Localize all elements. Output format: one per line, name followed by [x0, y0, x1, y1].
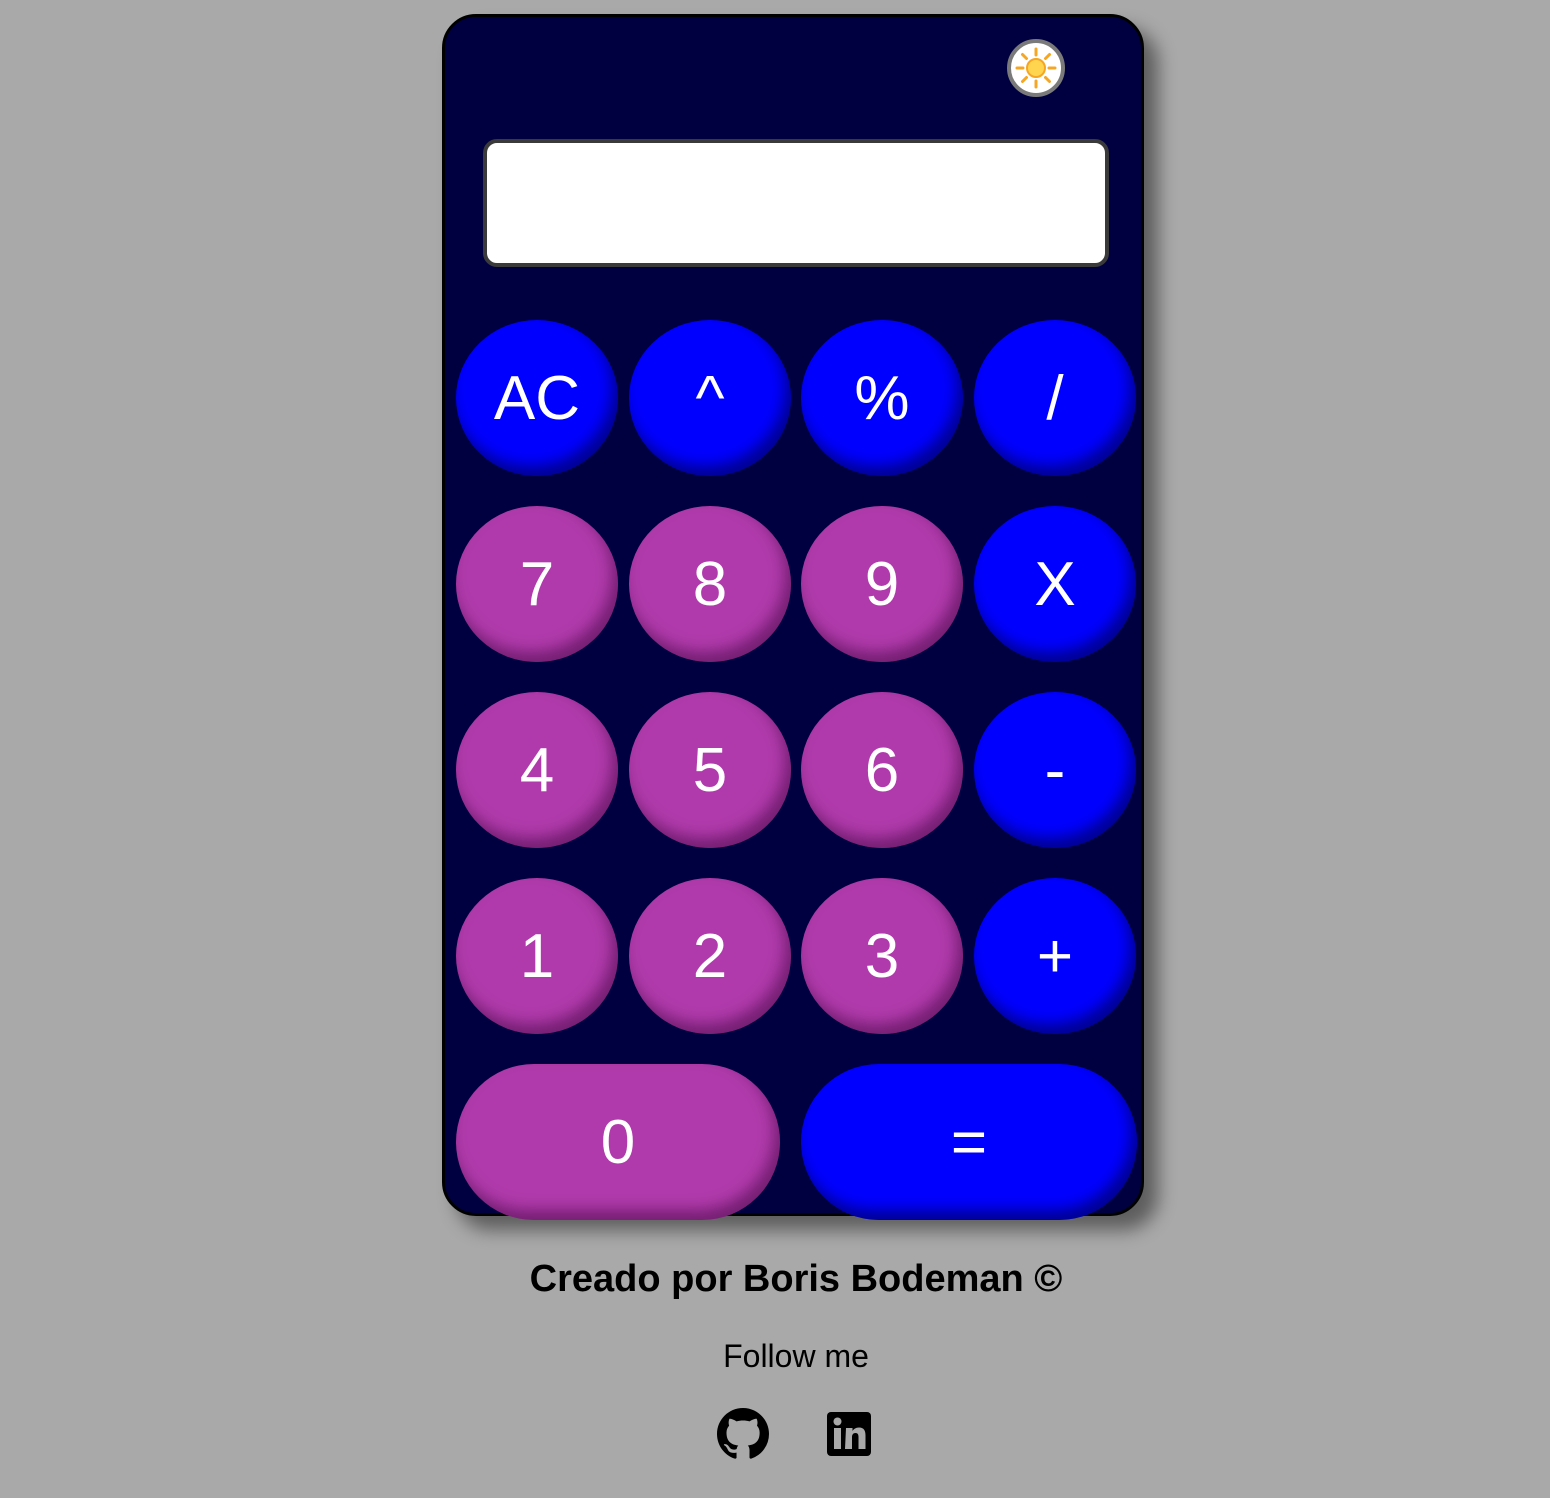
zero-button[interactable]: 0	[456, 1064, 780, 1220]
ac-button[interactable]: AC	[456, 320, 618, 476]
two-button[interactable]: 2	[629, 878, 791, 1034]
eight-button[interactable]: 8	[629, 506, 791, 662]
equals-button[interactable]: =	[801, 1064, 1137, 1220]
sun-icon	[1015, 47, 1057, 89]
seven-button[interactable]: 7	[456, 506, 618, 662]
one-button[interactable]: 1	[456, 878, 618, 1034]
linkedin-link[interactable]	[823, 1408, 875, 1460]
percent-button[interactable]: %	[801, 320, 963, 476]
github-icon	[717, 1408, 769, 1459]
linkedin-icon	[827, 1412, 871, 1456]
calculator: AC ^ % / 7 8 9 X 4 5 6 - 1 2 3 + 0 =	[442, 14, 1144, 1220]
follow-me-text: Follow me	[723, 1338, 869, 1374]
divide-button[interactable]: /	[974, 320, 1136, 476]
github-link[interactable]	[717, 1408, 769, 1460]
credit-text: Creado por Boris Bodeman ©	[529, 1258, 1063, 1300]
five-button[interactable]: 5	[629, 692, 791, 848]
minus-button[interactable]: -	[974, 692, 1136, 848]
plus-button[interactable]: +	[974, 878, 1136, 1034]
nine-button[interactable]: 9	[801, 506, 963, 662]
display-input[interactable]	[483, 139, 1109, 267]
power-button[interactable]: ^	[629, 320, 791, 476]
six-button[interactable]: 6	[801, 692, 963, 848]
multiply-button[interactable]: X	[974, 506, 1136, 662]
three-button[interactable]: 3	[801, 878, 963, 1034]
four-button[interactable]: 4	[456, 692, 618, 848]
page: AC ^ % / 7 8 9 X 4 5 6 - 1 2 3 + 0 = Cre…	[0, 0, 1550, 1498]
theme-toggle-button[interactable]	[1007, 39, 1065, 97]
